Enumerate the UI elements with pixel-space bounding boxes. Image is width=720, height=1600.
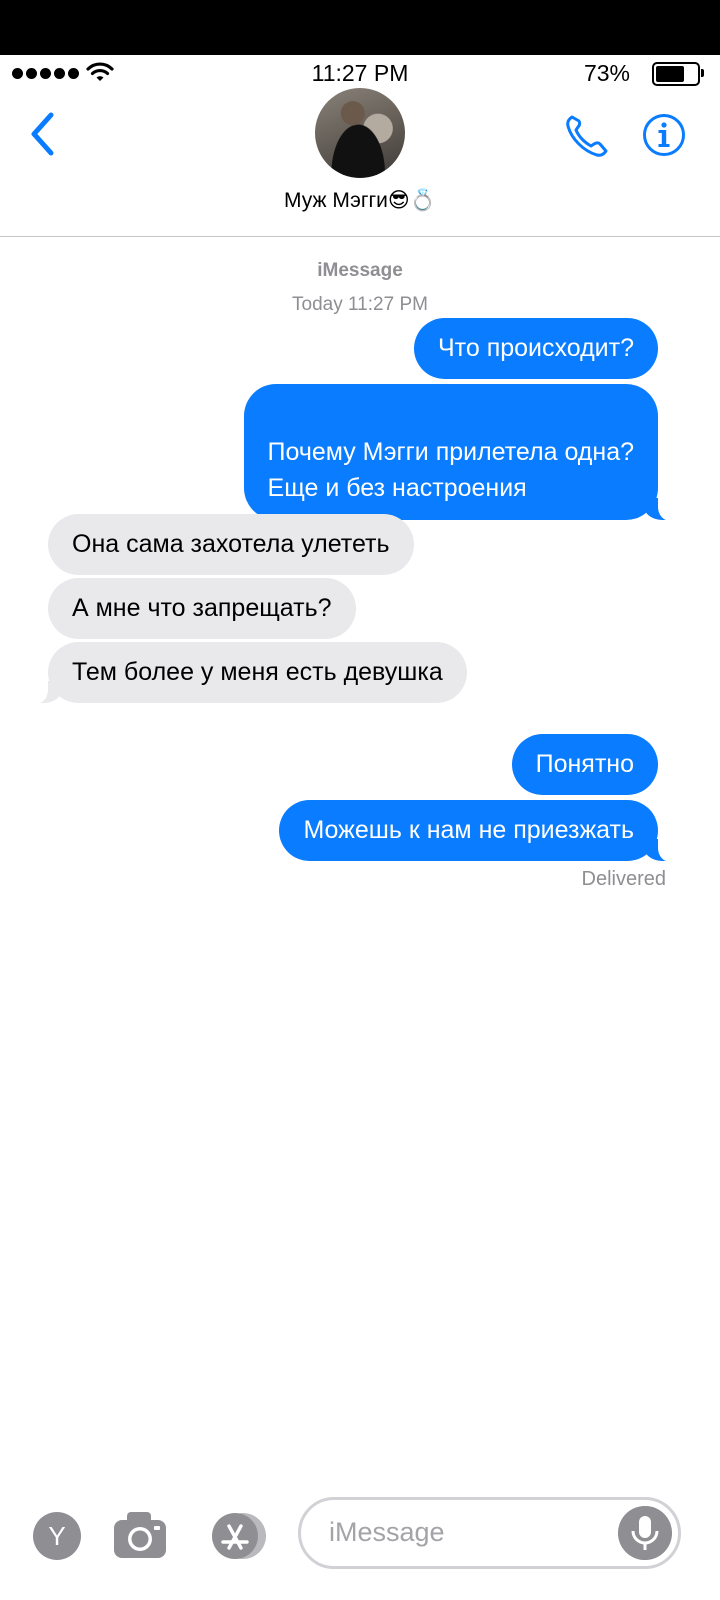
microphone-icon[interactable] bbox=[618, 1506, 672, 1560]
message-input[interactable]: iMessage bbox=[298, 1497, 681, 1569]
message-text: Она сама захотела улететь bbox=[72, 530, 390, 558]
app-button[interactable]: Y bbox=[33, 1512, 81, 1560]
compose-bar: Y iMessage bbox=[0, 1490, 720, 1600]
message-bubble-outgoing[interactable]: Почему Мэгги прилетела одна? Еще и без н… bbox=[243, 384, 675, 521]
battery-fill bbox=[656, 66, 684, 82]
delivery-status: Delivered bbox=[581, 868, 666, 890]
conversation-timestamp: Today 11:27 PM bbox=[292, 294, 428, 315]
contact-avatar[interactable] bbox=[315, 88, 405, 178]
message-bubble-incoming[interactable]: Она сама захотела улететь bbox=[48, 514, 414, 575]
info-icon[interactable] bbox=[642, 113, 686, 157]
message-bubble-incoming[interactable]: А мне что запрещать? bbox=[48, 578, 356, 639]
battery-icon bbox=[652, 62, 704, 86]
app-store-icon[interactable] bbox=[205, 1512, 267, 1560]
back-chevron-icon[interactable] bbox=[25, 109, 61, 159]
message-bubble-outgoing[interactable]: Понятно bbox=[511, 734, 658, 795]
battery-percent: 73% bbox=[583, 60, 630, 86]
conversation-header: Муж Мэгги😎💍 bbox=[0, 88, 720, 237]
message-text: Почему Мэгги прилетела одна? Еще и без н… bbox=[267, 438, 634, 502]
message-text: Тем более у меня есть девушка bbox=[72, 658, 443, 686]
message-text: А мне что запрещать? bbox=[72, 594, 332, 622]
contact-name[interactable]: Муж Мэгги😎💍 bbox=[0, 188, 720, 213]
camera-icon[interactable] bbox=[112, 1508, 168, 1560]
message-bubble-incoming[interactable]: Тем более у меня есть девушка bbox=[32, 642, 467, 704]
message-text: Что происходит? bbox=[438, 334, 634, 362]
phone-icon[interactable] bbox=[562, 111, 612, 161]
service-label: iMessage bbox=[317, 260, 403, 281]
message-text: Понятно bbox=[535, 750, 634, 778]
message-bubble-outgoing[interactable]: Можешь к нам не приезжать bbox=[279, 800, 674, 862]
message-bubble-outgoing[interactable]: Что происходит? bbox=[414, 318, 658, 379]
top-black-bar bbox=[0, 0, 720, 55]
message-text: Можешь к нам не приезжать bbox=[303, 816, 634, 844]
message-input-placeholder: iMessage bbox=[329, 1517, 445, 1547]
